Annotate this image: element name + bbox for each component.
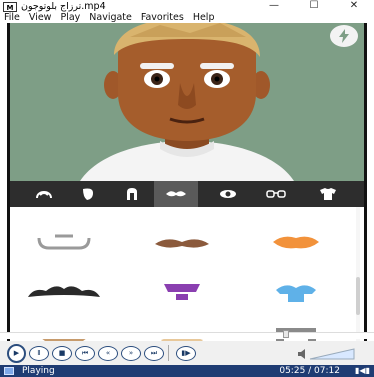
eye-icon[interactable] — [206, 181, 250, 207]
divider — [168, 345, 169, 361]
pause-icon[interactable]: Ⅱ — [29, 345, 49, 361]
status-icon — [4, 367, 14, 375]
hair-style-icon[interactable] — [22, 181, 66, 207]
app-icon: M — [3, 1, 17, 12]
beard-blue-icon[interactable] — [250, 267, 342, 317]
volume-slider[interactable] — [296, 347, 356, 361]
scrollbar-track[interactable] — [356, 207, 360, 341]
beard-purple-icon[interactable] — [136, 267, 228, 317]
scrollbar-thumb[interactable] — [356, 277, 360, 315]
rewind-icon[interactable]: « — [98, 345, 118, 361]
lightning-icon[interactable] — [330, 25, 358, 47]
frame-step-icon[interactable]: ▮▶ — [176, 345, 196, 361]
seek-thumb[interactable] — [283, 330, 289, 338]
glasses-icon[interactable] — [254, 181, 298, 207]
mustache-brown-icon[interactable] — [136, 217, 228, 267]
mustache-black-icon[interactable] — [18, 267, 110, 317]
avatar-face — [80, 23, 294, 181]
svg-text:M: M — [7, 4, 14, 12]
avatar-preview — [10, 23, 364, 181]
face-shape-icon[interactable] — [66, 181, 110, 207]
style-options-grid — [10, 207, 364, 341]
fullscreen-icon[interactable]: ▮◀▮ — [355, 365, 370, 377]
beard-outline-icon[interactable] — [18, 217, 110, 267]
previous-icon[interactable]: ⏮ — [75, 345, 95, 361]
stop-icon[interactable]: ■ — [52, 345, 72, 361]
play-icon[interactable]: ▶ — [7, 343, 26, 363]
feature-tab-bar — [10, 181, 364, 207]
fast-forward-icon[interactable]: » — [121, 345, 141, 361]
mustache-orange-icon[interactable] — [250, 217, 342, 267]
seek-bar[interactable] — [0, 332, 374, 339]
window-title: ترزاج بلوتوجون.mp4 — [21, 0, 106, 12]
next-icon[interactable]: ⏭ — [144, 345, 164, 361]
status-text: Playing — [22, 366, 55, 376]
time-display: 05:25 / 07:12 — [279, 366, 340, 376]
mustache-icon[interactable] — [154, 181, 198, 207]
shirt-icon[interactable] — [306, 181, 350, 207]
video-area[interactable] — [7, 23, 367, 341]
status-bar: Playing 05:25 / 07:12 ▮◀▮ — [0, 365, 374, 377]
head-icon[interactable] — [110, 181, 154, 207]
